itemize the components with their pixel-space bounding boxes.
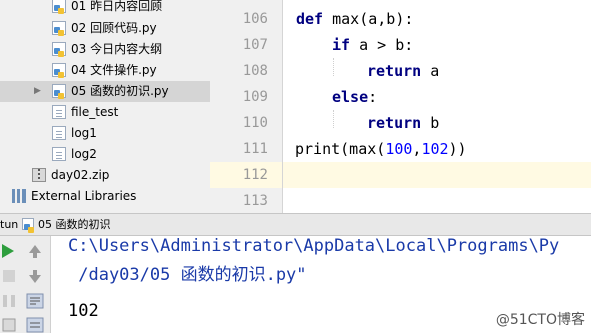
- line-number: 111: [242, 141, 268, 157]
- library-icon: [12, 189, 26, 203]
- python-file-icon: [52, 84, 66, 99]
- code-text: a: [421, 62, 440, 80]
- code-keyword: if: [332, 36, 351, 54]
- code-number: 102: [421, 140, 449, 158]
- text-file-icon: [52, 105, 66, 119]
- python-file-icon: [52, 63, 66, 78]
- tree-item[interactable]: 01 昨日内容回顾: [0, 0, 210, 17]
- tree-item-label: 01 昨日内容回顾: [71, 0, 163, 13]
- line-number-current: 112: [210, 162, 282, 188]
- run-panel-title[interactable]: tun: [0, 214, 18, 235]
- line-number: 109: [242, 89, 268, 105]
- text-file-icon: [52, 147, 66, 161]
- tree-item[interactable]: log2: [0, 144, 210, 165]
- arrow-down-icon[interactable]: [26, 267, 44, 285]
- console-line-command: C:\Users\Administrator\AppData\Local\Pro…: [68, 236, 560, 256]
- expand-arrow-icon[interactable]: ▶: [34, 81, 41, 102]
- tree-item[interactable]: 04 文件操作.py: [0, 60, 210, 81]
- python-file-icon: [52, 0, 66, 14]
- tree-item-label: External Libraries: [31, 189, 137, 203]
- run-panel-header: tun 05 函数的初识: [0, 213, 591, 236]
- code-editor[interactable]: def max(a,b): if a > b: return a else: r…: [283, 0, 591, 213]
- watermark: @51CTO博客: [495, 312, 585, 328]
- tree-item-label: 03 今日内容大纲: [71, 42, 163, 56]
- code-keyword: return: [367, 62, 422, 80]
- tree-item-label: log1: [71, 126, 97, 140]
- code-text: a > b:: [350, 36, 414, 54]
- tree-item[interactable]: log1: [0, 123, 210, 144]
- code-line: if a > b:: [332, 32, 591, 58]
- code-keyword: return: [367, 114, 422, 132]
- arrow-up-icon[interactable]: [26, 242, 44, 260]
- tree-item-label: 02 回顾代码.py: [71, 21, 157, 35]
- line-number: 110: [242, 115, 268, 131]
- python-run-config-icon: [22, 218, 34, 233]
- indent-guide: [333, 110, 334, 128]
- tree-item[interactable]: 03 今日内容大纲: [0, 39, 210, 60]
- project-tree-panel: 01 昨日内容回顾 02 回顾代码.py 03 今日内容大纲 04 文件操作.p…: [0, 0, 210, 213]
- stop-icon[interactable]: [0, 267, 18, 285]
- tree-item-label: day02.zip: [51, 168, 110, 182]
- code-keyword: def: [296, 10, 324, 28]
- code-number: 100: [385, 140, 413, 158]
- indent-guide: [333, 58, 334, 76]
- tree-item-label: 05 函数的初识.py: [71, 84, 169, 98]
- code-line: else:: [332, 84, 591, 110]
- rerun-icon[interactable]: [0, 242, 18, 260]
- code-line: return b: [367, 110, 591, 136]
- code-text: b: [421, 114, 440, 132]
- line-number: 108: [242, 63, 268, 79]
- pause-icon[interactable]: [0, 292, 18, 310]
- code-line: def max(a,b):: [296, 6, 591, 32]
- code-text: :: [368, 88, 378, 106]
- code-line: return a: [367, 58, 591, 84]
- line-number: 107: [242, 37, 268, 53]
- restore-layout-icon[interactable]: [0, 316, 18, 334]
- python-file-icon: [52, 42, 66, 57]
- current-line-highlight[interactable]: [283, 162, 591, 188]
- tree-item-selected[interactable]: ▶ 05 函数的初识.py: [0, 81, 210, 102]
- python-file-icon: [52, 21, 66, 36]
- tree-item-label: log2: [71, 147, 97, 161]
- code-keyword: else: [332, 88, 369, 106]
- code-line: print(max(100,102)): [295, 136, 591, 162]
- code-text: max(a,b):: [323, 10, 414, 28]
- line-number: 113: [242, 193, 268, 209]
- tree-item-label: 04 文件操作.py: [71, 63, 157, 77]
- soft-wrap-icon[interactable]: [26, 292, 44, 310]
- scroll-to-end-icon[interactable]: [26, 316, 44, 334]
- console-line-command: /day03/05 函数的初识.py": [68, 265, 307, 285]
- text-file-icon: [52, 126, 66, 140]
- tree-item[interactable]: 02 回顾代码.py: [0, 18, 210, 39]
- tree-item[interactable]: day02.zip: [0, 165, 210, 186]
- tree-item-label: file_test: [71, 105, 119, 119]
- editor-gutter: 106 107 108 109 110 111 112 113: [210, 0, 292, 213]
- tree-item-external-libraries[interactable]: External Libraries: [0, 186, 210, 207]
- code-text: )): [448, 140, 467, 158]
- tree-item[interactable]: file_test: [0, 102, 210, 123]
- console-line-output: 102: [68, 301, 99, 321]
- run-config-name[interactable]: 05 函数的初识: [38, 214, 111, 235]
- line-number: 106: [242, 11, 268, 27]
- zip-file-icon: [32, 168, 46, 182]
- run-toolbar: [0, 236, 51, 333]
- run-console[interactable]: C:\Users\Administrator\AppData\Local\Pro…: [51, 236, 591, 333]
- code-text: print(max(: [295, 140, 386, 158]
